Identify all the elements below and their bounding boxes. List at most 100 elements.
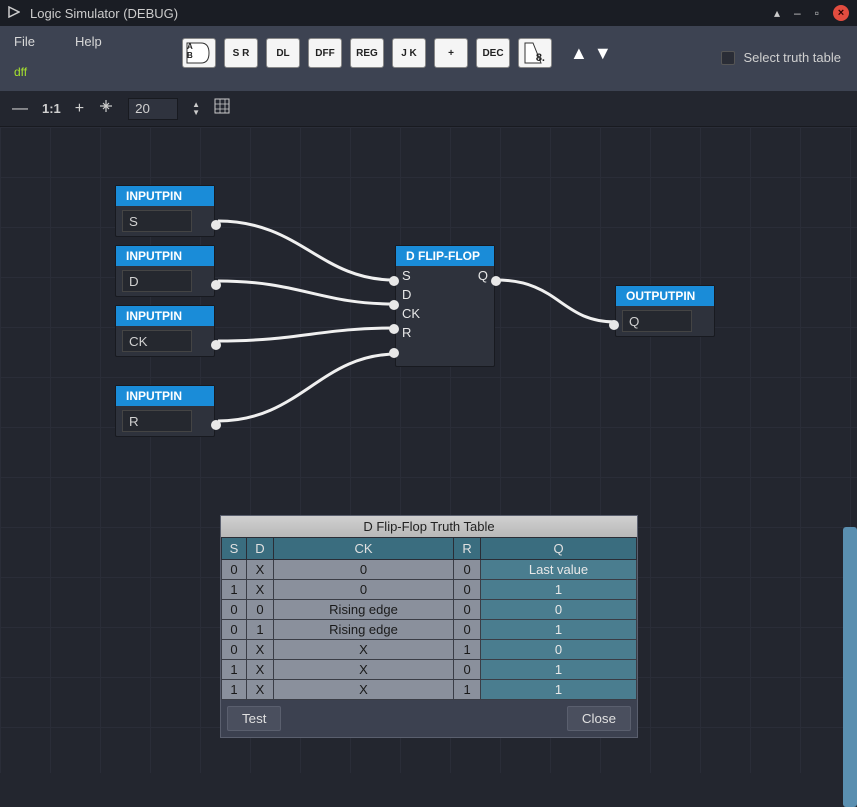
node-input-ck[interactable]: INPUTPIN: [115, 305, 215, 357]
th-s: S: [222, 538, 247, 560]
node-input-r[interactable]: INPUTPIN: [115, 385, 215, 437]
zoom-reset-icon[interactable]: 1:1: [42, 101, 61, 116]
zoom-spinner[interactable]: ▲▼: [192, 101, 200, 117]
close-icon[interactable]: ×: [833, 5, 849, 21]
truth-table-dialog[interactable]: D Flip-Flop Truth Table S D CK R Q 0X00L…: [220, 515, 638, 738]
canvas-toolbar: — 1:1 + ▲▼: [0, 91, 857, 127]
truth-table: S D CK R Q 0X00Last value1X00100Rising e…: [221, 537, 637, 700]
th-r: R: [454, 538, 481, 560]
keep-above-icon[interactable]: ▴: [774, 6, 780, 20]
table-cell: 0: [454, 560, 481, 580]
output-pin[interactable]: [211, 420, 221, 430]
palette-dff[interactable]: DFF: [308, 38, 342, 68]
table-cell: 1: [222, 660, 247, 680]
component-palette: A B S R DL DFF REG J K + DEC 8. ▲ ▼: [182, 38, 612, 68]
palette-dec[interactable]: DEC: [476, 38, 510, 68]
palette-plus[interactable]: +: [434, 38, 468, 68]
table-cell: 1: [222, 580, 247, 600]
dff-pin-s: S: [396, 266, 426, 285]
table-cell: 1: [481, 580, 637, 600]
dff-pin-ck: CK: [396, 304, 426, 323]
input-d-field[interactable]: [122, 270, 192, 292]
node-dff[interactable]: D FLIP-FLOP S D CK R Q: [395, 245, 495, 367]
output-pin[interactable]: [211, 280, 221, 290]
window-title: Logic Simulator (DEBUG): [30, 6, 774, 21]
table-cell: X: [247, 660, 274, 680]
zoom-in-icon[interactable]: +: [75, 100, 84, 118]
zoom-input[interactable]: [128, 98, 178, 120]
menu-help[interactable]: Help: [75, 34, 102, 49]
node-input-s[interactable]: INPUTPIN: [115, 185, 215, 237]
table-row: 0X00Last value: [222, 560, 637, 580]
table-cell: 0: [454, 620, 481, 640]
table-cell: X: [247, 580, 274, 600]
node-header: OUTPUTPIN: [616, 286, 714, 306]
table-cell: 0: [273, 580, 453, 600]
input-pin[interactable]: [389, 348, 399, 358]
close-button[interactable]: Close: [567, 706, 631, 731]
truth-table-checkbox[interactable]: [721, 51, 735, 65]
current-file-label: dff: [14, 65, 102, 79]
table-cell: 1: [481, 620, 637, 640]
input-pin[interactable]: [389, 324, 399, 334]
table-cell: 0: [222, 560, 247, 580]
input-pin[interactable]: [609, 320, 619, 330]
palette-dl[interactable]: DL: [266, 38, 300, 68]
palette-jk[interactable]: J K: [392, 38, 426, 68]
truth-table-checkbox-label: Select truth table: [743, 50, 841, 65]
test-button[interactable]: Test: [227, 706, 281, 731]
palette-reg[interactable]: REG: [350, 38, 384, 68]
zoom-out-icon[interactable]: —: [12, 100, 28, 118]
table-cell: X: [247, 560, 274, 580]
table-cell: 0: [481, 600, 637, 620]
table-cell: 0: [454, 600, 481, 620]
palette-gate[interactable]: A B: [182, 38, 216, 68]
table-header-row: S D CK R Q: [222, 538, 637, 560]
table-cell: 1: [481, 680, 637, 700]
table-row: 1XX11: [222, 680, 637, 700]
table-cell: X: [247, 680, 274, 700]
palette-down-icon[interactable]: ▼: [594, 43, 612, 64]
output-pin[interactable]: [211, 340, 221, 350]
titlebar: Logic Simulator (DEBUG) ▴ – ▫ ×: [0, 0, 857, 26]
dialog-title[interactable]: D Flip-Flop Truth Table: [221, 516, 637, 537]
table-cell: X: [273, 660, 453, 680]
table-cell: 1: [454, 640, 481, 660]
palette-7seg[interactable]: 8.: [518, 38, 552, 68]
node-output-q[interactable]: OUTPUTPIN: [615, 285, 715, 337]
node-header: INPUTPIN: [116, 386, 214, 406]
table-cell: Last value: [481, 560, 637, 580]
table-cell: X: [273, 680, 453, 700]
input-ck-field[interactable]: [122, 330, 192, 352]
output-q-field[interactable]: [622, 310, 692, 332]
run-icon[interactable]: [8, 6, 20, 21]
table-row: 1X001: [222, 580, 637, 600]
table-cell: 0: [247, 600, 274, 620]
table-cell: 0: [454, 660, 481, 680]
palette-up-icon[interactable]: ▲: [570, 43, 588, 64]
table-cell: 0: [481, 640, 637, 660]
table-cell: X: [273, 640, 453, 660]
th-d: D: [247, 538, 274, 560]
table-row: 1XX01: [222, 660, 637, 680]
th-ck: CK: [273, 538, 453, 560]
vertical-scrollbar[interactable]: [843, 527, 857, 807]
table-cell: 1: [454, 680, 481, 700]
node-header: INPUTPIN: [116, 186, 214, 206]
output-pin[interactable]: [491, 276, 501, 286]
input-r-field[interactable]: [122, 410, 192, 432]
node-input-d[interactable]: INPUTPIN: [115, 245, 215, 297]
minimize-icon[interactable]: –: [794, 6, 801, 20]
maximize-icon[interactable]: ▫: [815, 6, 819, 20]
palette-sr[interactable]: S R: [224, 38, 258, 68]
menu-file[interactable]: File: [14, 34, 35, 49]
node-header: D FLIP-FLOP: [396, 246, 494, 266]
input-pin[interactable]: [389, 276, 399, 286]
grid-icon[interactable]: [214, 98, 230, 119]
table-row: 00Rising edge00: [222, 600, 637, 620]
snap-icon[interactable]: [98, 98, 114, 119]
input-s-field[interactable]: [122, 210, 192, 232]
input-pin[interactable]: [389, 300, 399, 310]
output-pin[interactable]: [211, 220, 221, 230]
table-row: 01Rising edge01: [222, 620, 637, 640]
